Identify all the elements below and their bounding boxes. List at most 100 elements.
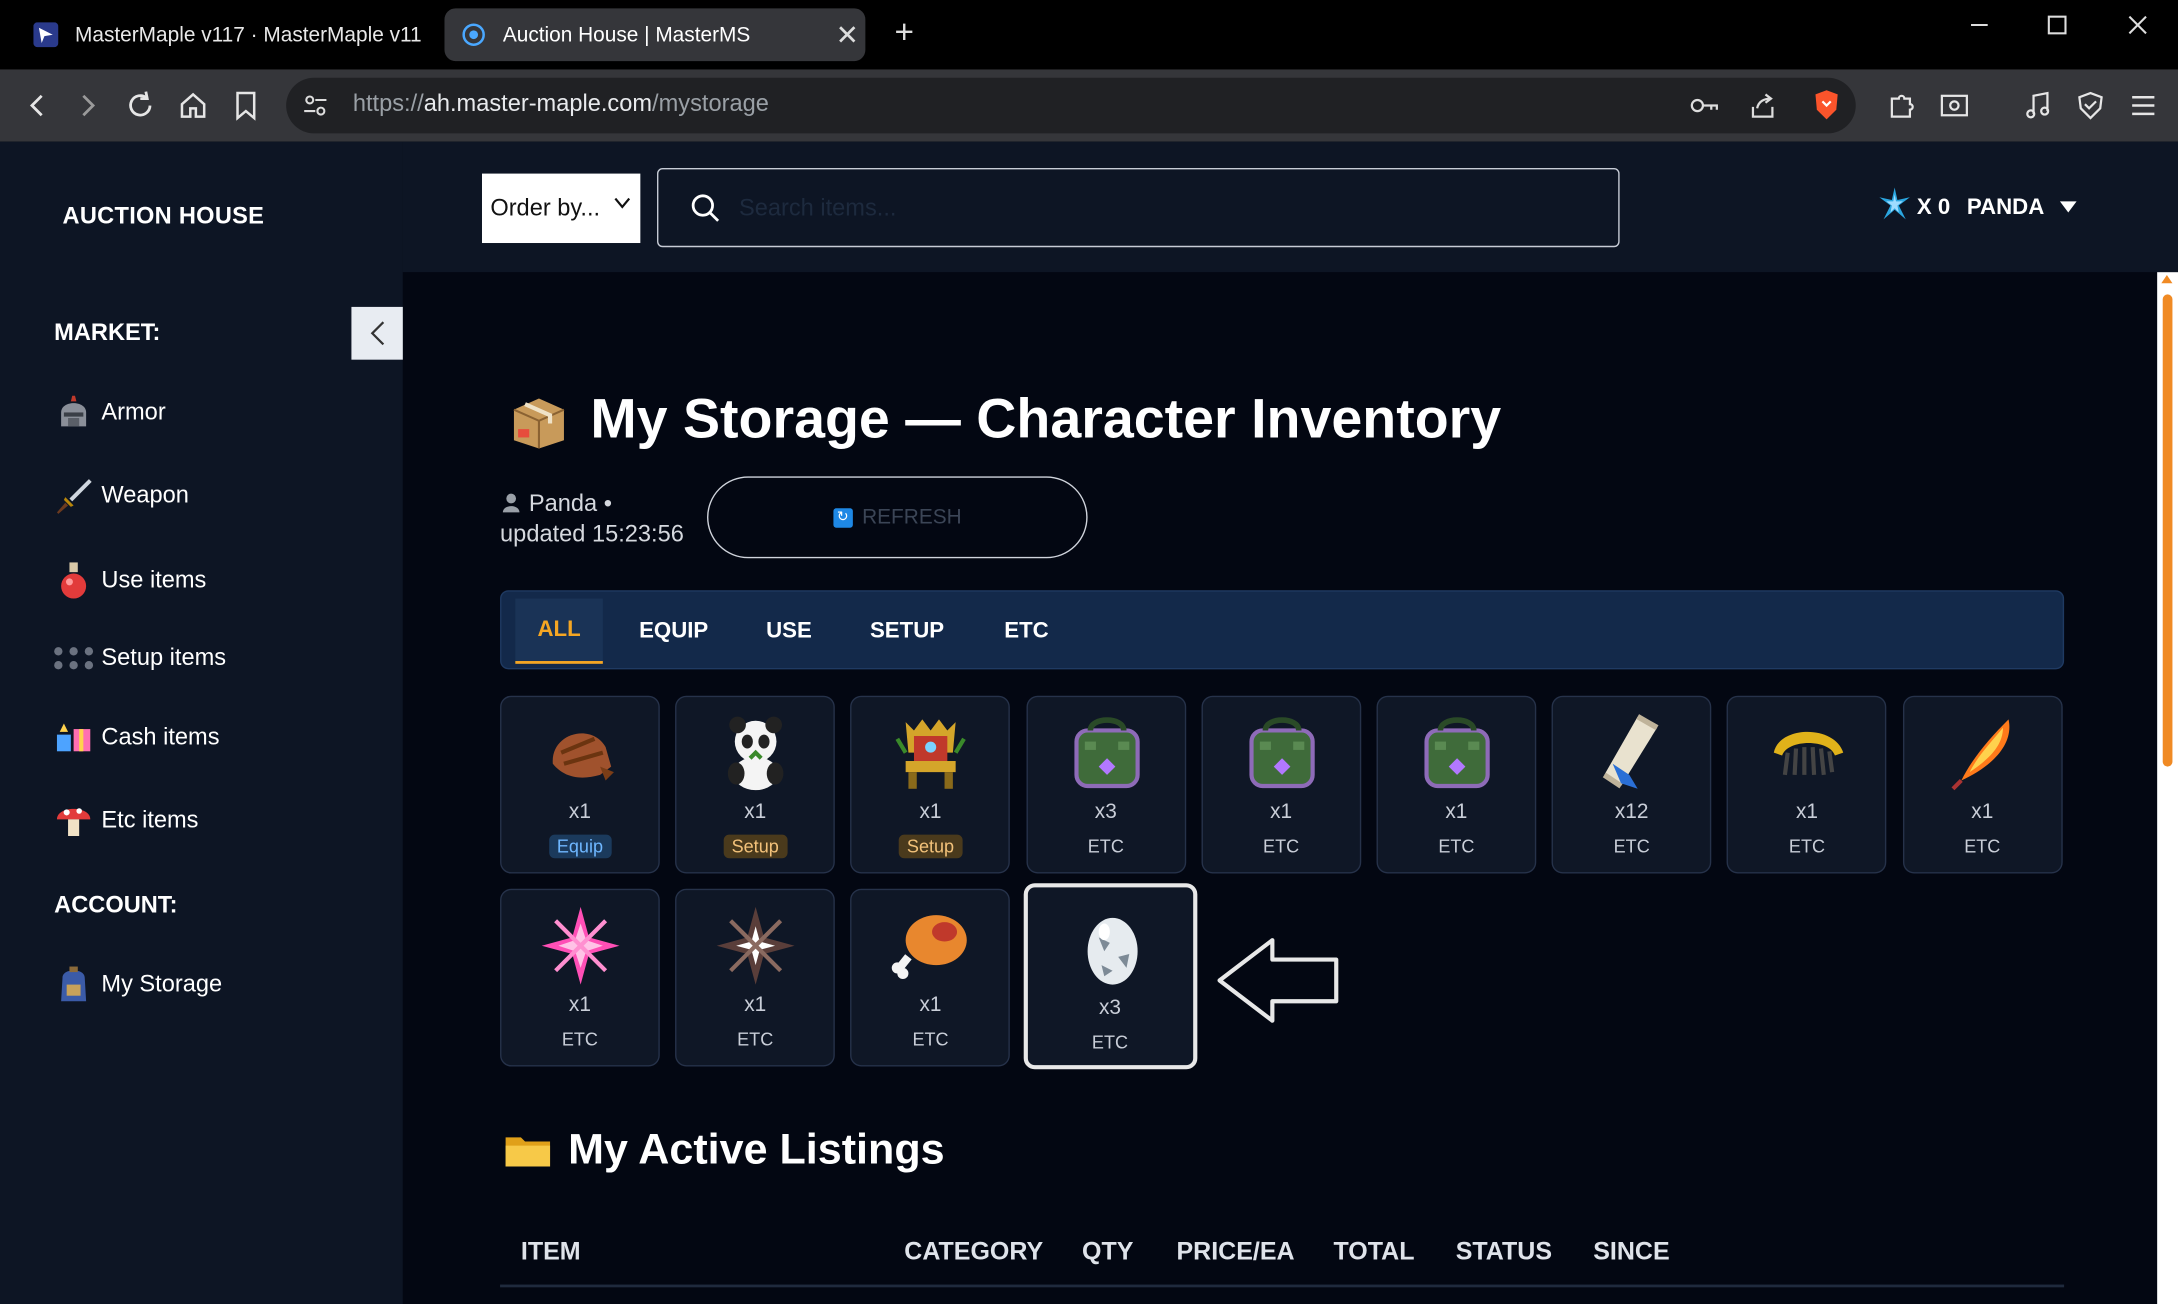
sidebar-item-weapon[interactable]: Weapon [53,475,189,517]
scroll-up-icon[interactable] [2161,274,2173,284]
tab-equip[interactable]: EQUIP [626,599,720,664]
scrollbar-thumb[interactable] [2162,294,2173,767]
fire-feather-icon [1941,711,2024,794]
column-price-each[interactable]: PRICE/EA [1177,1237,1295,1266]
inventory-item[interactable]: x1 ETC [1201,695,1361,874]
minimize-window-icon[interactable] [1959,14,2001,43]
menu-icon[interactable] [2125,87,2161,123]
egg-icon [1070,907,1153,990]
chevron-down-icon [613,193,632,217]
inventory-item[interactable]: x1 ETC [1727,695,1887,874]
inventory-item[interactable]: x1 ETC [675,888,836,1067]
refresh-label: REFRESH [862,505,962,530]
column-total[interactable]: TOTAL [1333,1237,1414,1266]
item-quantity: x3 [1094,799,1117,824]
item-quantity: x1 [744,992,767,1017]
order-by-value: Order by... [490,194,601,221]
tab-setup[interactable]: SETUP [860,599,954,664]
vpn-shield-icon[interactable] [2072,87,2108,123]
item-category-badge: ETC [912,1029,949,1050]
column-category[interactable]: CATEGORY [904,1237,1043,1266]
search-box[interactable] [657,168,1620,248]
close-window-icon[interactable] [2117,14,2159,43]
bookmark-icon[interactable] [228,87,264,123]
inventory-item[interactable]: x3 ETC [1023,883,1197,1070]
search-input[interactable] [738,186,1573,231]
close-tab-icon[interactable]: ✕ [829,17,865,52]
dots-icon [53,637,95,679]
chevron-left-icon [370,321,385,346]
home-icon[interactable] [175,87,211,123]
item-quantity: x1 [1270,799,1293,824]
order-by-select[interactable]: Order by... [481,173,641,244]
browser-tab-mastermaple[interactable]: MasterMaple v117 · MasterMaple v11 [17,8,423,61]
music-icon[interactable] [2020,87,2056,123]
sidebar-item-label: Etc items [101,806,199,834]
column-item[interactable]: ITEM [521,1237,581,1266]
sidebar-item-cash[interactable]: Cash items [53,717,220,759]
key-icon[interactable] [1686,87,1722,123]
column-qty[interactable]: QTY [1082,1237,1133,1266]
inventory-item[interactable]: x1 ETC [850,888,1011,1067]
item-quantity: x1 [1445,799,1468,824]
item-quantity: x1 [919,992,942,1017]
inventory-item[interactable]: x12 ETC [1551,695,1712,874]
inventory-item[interactable]: x1 Equip [500,695,660,874]
comb-icon [1766,711,1849,794]
item-category-badge: ETC [1263,836,1300,857]
browser-toolbar: https://ah.master-maple.com/mystorage [0,69,2178,142]
column-status[interactable]: STATUS [1456,1237,1552,1266]
inventory-item[interactable]: x1 Setup [675,695,836,874]
collapse-sidebar-button[interactable] [351,306,405,360]
sidebar-item-my-storage[interactable]: My Storage [53,964,222,1006]
inventory-item[interactable]: x1 ETC [500,888,660,1067]
tab-all[interactable]: ALL [515,598,603,664]
scrollbar[interactable] [2157,272,2178,1304]
inventory-item[interactable]: x1 ETC [1902,695,2063,874]
inventory-item[interactable]: x1 ETC [1376,695,1537,874]
refresh-button[interactable]: ↻ REFRESH [707,476,1088,559]
character-icon [500,490,529,516]
share-icon[interactable] [1745,87,1781,123]
extensions-icon[interactable] [1884,87,1920,123]
tab-etc[interactable]: ETC [990,599,1062,664]
sidebar-item-armor[interactable]: Armor [53,392,166,434]
search-icon [691,194,720,222]
category-filter-tabs: ALL EQUIP USE SETUP ETC [500,590,2065,670]
browser-tab-strip: MasterMaple v117 · MasterMaple v11 Aucti… [0,0,2178,70]
brand-title[interactable]: AUCTION HOUSE [63,203,265,231]
item-category-badge: ETC [1091,1031,1129,1053]
address-bar[interactable]: https://ah.master-maple.com/mystorage [286,77,1856,134]
item-category-badge: ETC [1613,836,1650,857]
dark-crystal-icon [714,904,797,987]
maximize-window-icon[interactable] [2036,14,2078,43]
sidebar-item-etc[interactable]: Etc items [53,800,199,842]
reader-mode-icon[interactable] [1936,87,1972,123]
sidebar-item-setup[interactable]: Setup items [53,637,226,679]
url-path: /mystorage [652,90,769,117]
new-tab-button[interactable]: + [886,14,922,53]
back-icon[interactable] [19,87,55,123]
item-category-badge: ETC [737,1029,774,1050]
mushroom-icon [53,800,95,842]
sidebar-item-label: My Storage [101,970,223,998]
column-since[interactable]: SINCE [1593,1237,1669,1266]
active-listings-title-text: My Active Listings [568,1124,945,1174]
scroll-icon [1591,711,1674,794]
inventory-item[interactable]: x3 ETC [1025,695,1186,874]
active-listings-title: My Active Listings [504,1124,945,1175]
brave-shield-icon[interactable] [1809,87,1845,123]
sidebar-item-use[interactable]: Use items [53,560,206,602]
sidebar-item-label: Armor [101,398,166,425]
site-settings-icon[interactable] [297,87,333,123]
reload-icon[interactable] [122,87,158,123]
inventory-item[interactable]: x1 Setup [850,695,1011,874]
tab-use[interactable]: USE [754,599,823,664]
browser-tab-auction-house[interactable]: Auction House | MasterMS ✕ [444,8,866,62]
auction-favicon-icon [461,22,486,47]
helmet-icon [53,392,95,434]
forward-icon[interactable] [69,87,105,123]
user-menu[interactable]: X 0 PANDA [1878,186,2078,229]
item-category-badge: Equip [548,834,612,859]
green-bag-icon [1415,711,1498,794]
